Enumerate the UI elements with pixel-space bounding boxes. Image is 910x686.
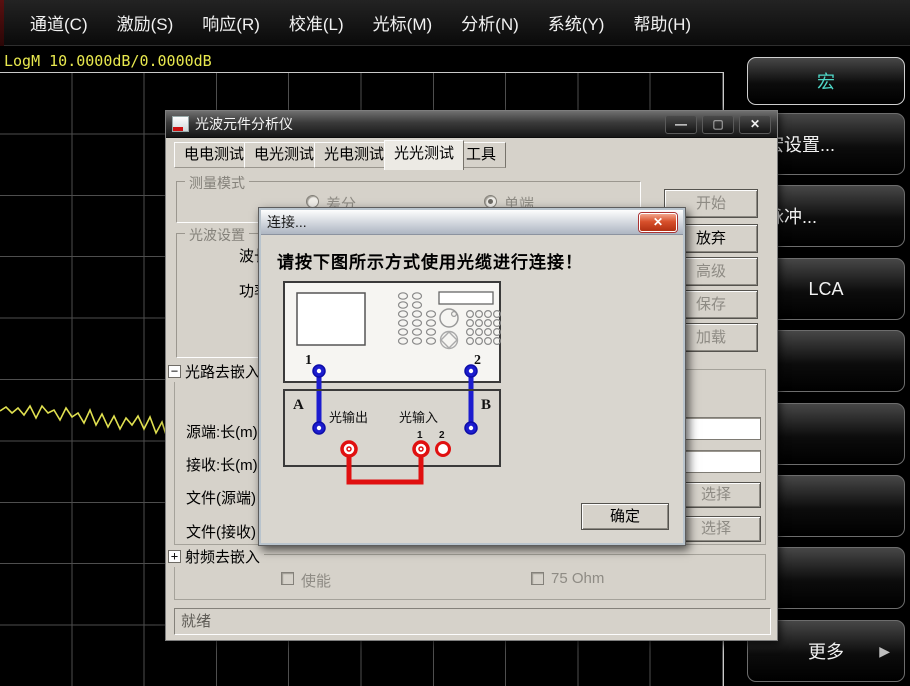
diagram-portB-label: B [481,397,491,413]
close-icon[interactable]: ✕ [639,213,677,232]
menu-help[interactable]: 帮助(H) [633,10,691,35]
status-bar: 就绪 [174,608,771,635]
diagram-optical-in-label: 光输入 [399,410,438,425]
chevron-right-icon: ▶ [879,643,890,660]
menu-channel[interactable]: 通道(C) [30,10,88,35]
optical-deembed-label: 光路去嵌入 [185,361,260,382]
enable-checkbox[interactable] [281,572,294,585]
dialog-title: 连接... [267,212,639,232]
screen: 通道(C) 激励(S) 响应(R) 校准(L) 光标(M) 分析(N) 系统(Y… [0,0,910,686]
menu-system[interactable]: 系统(Y) [548,10,605,35]
enable-checkbox-label: 使能 [301,570,331,591]
connection-dialog: 连接... ✕ 请按下图所示方式使用光缆进行连接！ [258,207,686,546]
diagram-in1-label: 1 [417,430,423,441]
menu-calibration[interactable]: 校准(L) [289,10,344,35]
ok-button[interactable]: 确定 [581,503,669,530]
app-icon [172,116,189,132]
receive-length-label: 接收:长(m) [186,454,258,475]
tab-eo-test[interactable]: 电光测试 [244,142,324,168]
softkey-macro-label: 宏 [817,68,835,94]
rf-deembed-label: 射频去嵌入 [185,546,260,567]
menu-analysis[interactable]: 分析(N) [461,10,519,35]
rf-deembed-header: + 射频去嵌入 [168,546,264,567]
optical-deembed-header: − 光路去嵌入 [168,361,264,382]
trace-scale-label: LogM 10.0000dB/0.0000dB [4,52,212,70]
diagram-optical-out-label: 光输出 [329,410,368,425]
ohm75-checkbox[interactable] [531,572,544,585]
tab-oe-test[interactable]: 光电测试 [314,142,394,168]
connection-diagram: 1 2 A B 光输出 光输入 1 2 [281,272,509,498]
minimize-icon[interactable]: — [665,115,697,134]
file-source-label: 文件(源端) [186,487,256,508]
connection-instruction: 请按下图所示方式使用光缆进行连接！ [277,248,583,273]
diagram-port1-label: 1 [305,353,312,368]
menu-bar-edge-decoration [0,0,4,46]
menu-marker[interactable]: 光标(M) [373,10,432,35]
tab-oo-test[interactable]: 光光测试 [384,140,464,170]
softkey-more-label: 更多 [808,638,844,664]
menu-stimulus[interactable]: 激励(S) [117,10,174,35]
dialog-titlebar[interactable]: 连接... ✕ [261,210,683,235]
source-length-label: 源端:长(m) [186,421,258,442]
menu-bar: 通道(C) 激励(S) 响应(R) 校准(L) 光标(M) 分析(N) 系统(Y… [0,0,910,46]
maximize-icon[interactable]: ▢ [702,115,734,134]
measure-mode-label: 测量模式 [185,173,249,193]
lightwave-settings-label: 光波设置 [185,225,249,245]
ohm75-checkbox-label: 75 Ohm [551,570,604,587]
softkey-lca-label: LCA [808,279,843,300]
softkey-macro[interactable]: 宏 [747,57,905,105]
window-titlebar[interactable]: 光波元件分析仪 — ▢ ✕ [166,111,777,138]
window-title: 光波元件分析仪 [195,114,660,134]
expand-icon[interactable]: + [168,550,181,563]
tab-ee-test[interactable]: 电电测试 [174,142,254,168]
close-icon[interactable]: ✕ [739,115,771,134]
collapse-icon[interactable]: − [168,365,181,378]
diagram-in2-label: 2 [439,430,445,441]
menu-response[interactable]: 响应(R) [202,10,260,35]
file-receive-label: 文件(接收) [186,521,256,542]
diagram-portA-label: A [293,397,304,413]
